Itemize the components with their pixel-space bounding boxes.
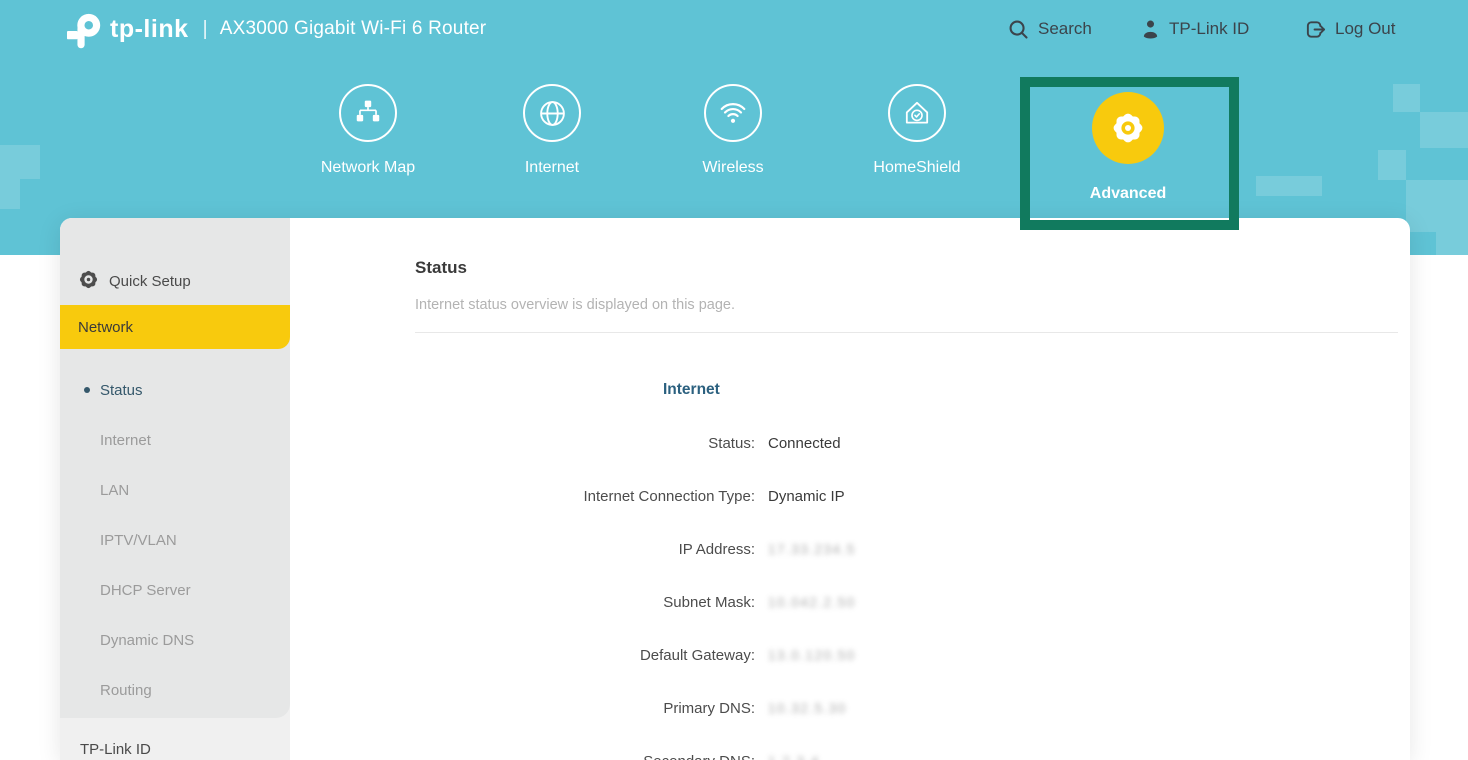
header-banner: tp-link | AX3000 Gigabit Wi-Fi 6 Router … (0, 0, 1468, 255)
quick-setup-gear-icon (78, 269, 99, 290)
quick-setup-label: Quick Setup (109, 273, 191, 290)
row-value: Dynamic IP (768, 488, 1398, 505)
nav-item-homeshield[interactable]: HomeShield (847, 84, 987, 177)
nav-label: Advanced (1090, 185, 1166, 203)
search-icon (1008, 19, 1029, 40)
row-connection-type: Internet Connection Type: Dynamic IP (415, 470, 1398, 523)
nav-item-advanced[interactable]: Advanced (1058, 92, 1198, 203)
submenu-label: Routing (100, 682, 152, 699)
row-default-gateway: Default Gateway: 13.0.120.50 (415, 629, 1398, 682)
content-card: Quick Setup Network Status Internet LAN (60, 218, 1410, 760)
sidebar-item-dynamic-dns[interactable]: Dynamic DNS (60, 615, 290, 665)
submenu-label: Status (100, 382, 143, 399)
row-ip-address: IP Address: 17.33.234.5 (415, 523, 1398, 576)
row-subnet-mask: Subnet Mask: 10.042.2.50 (415, 576, 1398, 629)
sidebar-item-lan[interactable]: LAN (60, 465, 290, 515)
deco-square (1420, 112, 1468, 148)
deco-square (1393, 84, 1420, 112)
tplink-id-section-label: TP-Link ID (80, 741, 151, 758)
nav-label: Network Map (321, 159, 415, 177)
page-title: Status (415, 258, 1398, 278)
deco-square (1378, 150, 1406, 180)
row-value-redacted: 10.32.5.30 (768, 701, 1398, 716)
tp-link-logo: tp-link | AX3000 Gigabit Wi-Fi 6 Router (60, 0, 486, 58)
title-separator: | (203, 18, 208, 41)
status-rows: Status: Connected Internet Connection Ty… (415, 417, 1398, 760)
tplink-id-label: TP-Link ID (1169, 19, 1249, 39)
row-label: Internet Connection Type: (415, 488, 755, 505)
network-map-icon (339, 84, 397, 142)
row-value-redacted: 17.33.234.5 (768, 542, 1398, 557)
row-value-redacted: 10.042.2.50 (768, 595, 1398, 610)
submenu-label: LAN (100, 482, 129, 499)
submenu-label: DHCP Server (100, 582, 191, 599)
active-bullet-icon (84, 387, 90, 393)
row-label: Subnet Mask: (415, 594, 755, 611)
internet-section-title: Internet (663, 381, 1398, 399)
search-label: Search (1038, 19, 1092, 39)
main-content: Status Internet status overview is displ… (290, 218, 1410, 760)
row-label: Status: (415, 435, 755, 452)
logout-label: Log Out (1335, 19, 1396, 39)
homeshield-icon (888, 84, 946, 142)
nav-item-wireless[interactable]: Wireless (663, 84, 803, 177)
nav-label: HomeShield (873, 159, 960, 177)
row-label: IP Address: (415, 541, 755, 558)
divider (415, 332, 1398, 333)
advanced-gear-icon (1092, 92, 1164, 164)
sidebar-item-routing[interactable]: Routing (60, 665, 290, 715)
deco-square (1406, 180, 1468, 232)
row-value-redacted: 1.2.3.4 (768, 754, 1398, 760)
tplink-id-button[interactable]: TP-Link ID (1141, 0, 1249, 58)
submenu-label: IPTV/VLAN (100, 532, 177, 549)
sidebar-menu: Quick Setup Network Status Internet LAN (60, 218, 290, 718)
row-label: Primary DNS: (415, 700, 755, 717)
row-status: Status: Connected (415, 417, 1398, 470)
page-subtitle: Internet status overview is displayed on… (415, 296, 1398, 314)
deco-square (0, 145, 40, 179)
logout-button[interactable]: Log Out (1305, 0, 1396, 58)
router-admin-page: tp-link | AX3000 Gigabit Wi-Fi 6 Router … (0, 0, 1468, 760)
row-primary-dns: Primary DNS: 10.32.5.30 (415, 682, 1398, 735)
row-label: Default Gateway: (415, 647, 755, 664)
nav-item-network-map[interactable]: Network Map (298, 84, 438, 177)
deco-square (1256, 176, 1322, 196)
product-name: AX3000 Gigabit Wi-Fi 6 Router (220, 18, 487, 40)
sidebar: Quick Setup Network Status Internet LAN (60, 218, 290, 760)
row-value: Connected (768, 435, 1398, 452)
nav-item-internet[interactable]: Internet (482, 84, 622, 177)
sidebar-item-internet[interactable]: Internet (60, 415, 290, 465)
sidebar-item-dhcp-server[interactable]: DHCP Server (60, 565, 290, 615)
row-secondary-dns: Secondary DNS: 1.2.3.4 (415, 735, 1398, 760)
tp-link-logo-icon (60, 12, 106, 52)
nav-label: Internet (525, 159, 579, 177)
sidebar-item-tplink-id[interactable]: TP-Link ID (60, 718, 290, 760)
search-button[interactable]: Search (1008, 0, 1092, 58)
sidebar-item-iptv-vlan[interactable]: IPTV/VLAN (60, 515, 290, 565)
internet-globe-icon (523, 84, 581, 142)
network-submenu: Status Internet LAN IPTV/VLAN DHCP Serve… (60, 349, 290, 715)
row-value-redacted: 13.0.120.50 (768, 648, 1398, 663)
brand-name: tp-link (110, 15, 189, 44)
logout-icon (1305, 19, 1326, 40)
sidebar-item-quick-setup[interactable]: Quick Setup (60, 218, 290, 305)
submenu-label: Dynamic DNS (100, 632, 194, 649)
deco-square (1436, 232, 1468, 255)
deco-square (0, 179, 20, 209)
sidebar-item-network[interactable]: Network (60, 305, 290, 349)
top-bar: tp-link | AX3000 Gigabit Wi-Fi 6 Router … (0, 0, 1468, 58)
submenu-label: Internet (100, 432, 151, 449)
network-label: Network (78, 319, 133, 336)
row-label: Secondary DNS: (415, 753, 755, 760)
nav-label: Wireless (702, 159, 763, 177)
wireless-icon (704, 84, 762, 142)
user-icon (1141, 19, 1160, 39)
sidebar-item-status[interactable]: Status (60, 365, 290, 415)
